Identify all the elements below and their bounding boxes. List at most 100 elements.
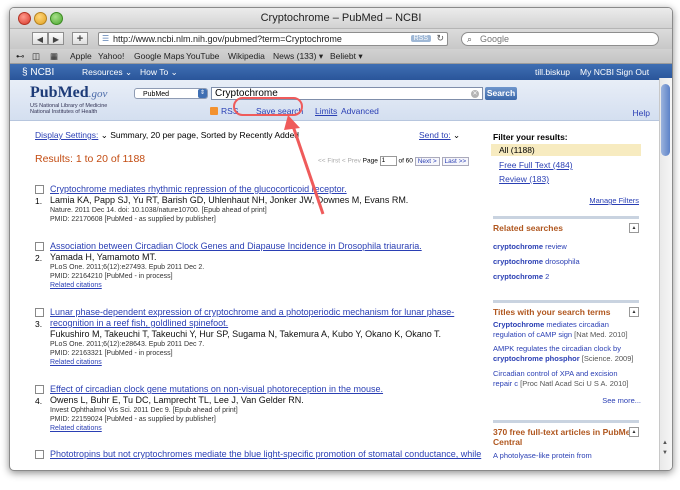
scroll-up-icon[interactable]: ▲ [662, 440, 668, 446]
bookmark-beliebt[interactable]: Beliebt ▾ [330, 51, 363, 62]
related-search-item[interactable]: cryptochrome drosophila [493, 257, 643, 267]
filter-review[interactable]: Review (183) [499, 174, 549, 184]
title-item[interactable]: Cryptochrome mediates circadian [493, 320, 643, 330]
save-search-highlight [233, 97, 303, 116]
database-select[interactable]: PubMed ⇕ [134, 88, 208, 99]
result-title-link[interactable]: Phototropins but not cryptochromes media… [50, 449, 490, 460]
related-rest: review [543, 242, 567, 251]
result-pmid: PMID: 22159024 [PubMed - as supplied by … [50, 416, 216, 423]
top-sites-grid-icon[interactable]: ▦ [50, 51, 58, 62]
scrollbar-thumb[interactable] [661, 84, 670, 156]
titles-heading: Titles with your search terms ▲ [493, 300, 639, 317]
result-checkbox[interactable] [35, 385, 44, 394]
pubmed-logo[interactable]: PubMed.gov [30, 84, 107, 102]
my-ncbi-link[interactable]: My NCBI [580, 67, 614, 77]
help-link[interactable]: Help [633, 108, 650, 118]
bookmark-apple[interactable]: Apple [70, 51, 92, 61]
result-authors: Owens L, Buhr E, Tu DC, Lamprecht TL, Le… [50, 395, 304, 405]
display-settings-link[interactable]: Display Settings: [35, 130, 98, 140]
rss-badge[interactable]: RSS [410, 35, 431, 42]
send-to-link[interactable]: Send to: [419, 130, 451, 140]
result-number: 2. [35, 253, 43, 263]
result-source: PLoS One. 2011;6(12):e27493. Epub 2011 D… [50, 264, 205, 271]
page-input[interactable]: 1 [379, 156, 397, 166]
title-item[interactable]: AMPK regulates the circadian clock by [493, 344, 643, 354]
related-rest: 2 [543, 272, 550, 281]
scroll-down-icon[interactable]: ▼ [662, 450, 668, 456]
related-search-item[interactable]: cryptochrome 2 [493, 272, 643, 282]
result-number: 1. [35, 196, 43, 206]
result-checkbox[interactable] [35, 308, 44, 317]
bookmark-youtube[interactable]: YouTube [186, 51, 219, 61]
related-search-item[interactable]: cryptochrome review [493, 242, 643, 252]
title-line1: AMPK regulates the circadian clock by [493, 344, 621, 353]
result-title-link[interactable]: Association between Circadian Clock Gene… [50, 241, 490, 252]
chevron-down-icon: ⌄ [453, 130, 461, 140]
result-title-link[interactable]: Lunar phase-dependent expression of cryp… [50, 307, 490, 329]
user-name-link[interactable]: till.biskup [535, 67, 570, 77]
chevron-down-icon[interactable]: ⌄ [101, 130, 108, 140]
result-title-link[interactable]: Effect of circadian clock gene mutations… [50, 384, 490, 395]
related-citations-link[interactable]: Related citations [50, 281, 490, 290]
forward-button[interactable]: ▶ [48, 32, 64, 45]
related-citations-link[interactable]: Related citations [50, 358, 490, 367]
bookmark-wikipedia[interactable]: Wikipedia [228, 51, 265, 61]
bookmarks-book-icon[interactable]: ◫ [32, 51, 40, 62]
limits-link[interactable]: Limits [315, 106, 337, 116]
related-citations-link[interactable]: Related citations [50, 424, 490, 433]
title-item-line2[interactable]: regulation of cAMP sign [Nat Med. 2010] [493, 330, 643, 340]
pager: << First < Prev Page 1 of 60 Next > Last… [318, 156, 470, 166]
search-button[interactable]: Search [485, 87, 517, 100]
search-placeholder: Google [480, 34, 510, 44]
free-article-item[interactable]: A photolyase-like protein from [493, 451, 643, 461]
address-bar[interactable]: ☰ http://www.ncbi.nlm.nih.gov/pubmed?ter… [98, 32, 448, 46]
result-item: Phototropins but not cryptochromes media… [35, 449, 490, 463]
resources-menu[interactable]: Resources ⌄ [82, 67, 132, 78]
manage-filters-link[interactable]: Manage Filters [589, 196, 639, 205]
page-label: Page [362, 157, 378, 165]
result-checkbox[interactable] [35, 185, 44, 194]
send-to[interactable]: Send to: ⌄ [419, 130, 460, 141]
vertical-scrollbar[interactable]: ▲ ▼ [659, 78, 672, 470]
collapse-icon[interactable]: ▲ [629, 223, 639, 233]
result-source: PLoS One. 2011;6(12):e28643. Epub 2011 D… [50, 341, 205, 348]
main-content: Display Settings: ⌄ Summary, 20 per page… [10, 120, 650, 470]
bookmark-yahoo[interactable]: Yahoo! [98, 51, 124, 61]
reload-icon[interactable]: ↻ [436, 33, 444, 44]
title-item-line2[interactable]: repair c [Proc Natl Acad Sci U S A. 2010… [493, 379, 643, 389]
add-bookmark-button[interactable]: + [72, 32, 88, 45]
free-articles-title: 370 free full-text articles in PubMed Ce… [493, 427, 636, 447]
collapse-icon[interactable]: ▲ [629, 427, 639, 437]
back-button[interactable]: ◀ [32, 32, 48, 45]
sign-out-link[interactable]: Sign Out [616, 67, 649, 77]
rss-icon[interactable] [210, 107, 218, 115]
result-item: 3. Lunar phase-dependent expression of c… [35, 307, 490, 375]
see-more-link[interactable]: See more... [602, 396, 641, 405]
result-pmid: PMID: 22163321 [PubMed - in process] [50, 350, 173, 357]
free-articles-heading: 370 free full-text articles in PubMed Ce… [493, 420, 639, 447]
ncbi-logo[interactable]: § NCBI [22, 67, 54, 78]
related-bold: cryptochrome [493, 242, 544, 251]
bookmark-google-maps[interactable]: Google Maps [134, 51, 185, 61]
title-item[interactable]: Circadian control of XPA and excision [493, 369, 643, 379]
howto-menu[interactable]: How To ⌄ [140, 67, 178, 78]
filter-all[interactable]: All (1188) [491, 144, 641, 156]
result-source: Nature. 2011 Dec 14. doi: 10.1038/nature… [50, 207, 267, 214]
advanced-link[interactable]: Advanced [341, 106, 379, 116]
title-journal: [Science. 2009] [581, 354, 634, 363]
last-page-button[interactable]: Last >> [441, 156, 470, 166]
collapse-icon[interactable]: ▲ [629, 307, 639, 317]
title-item-line2[interactable]: cryptochrome phosphor [Science. 2009] [493, 354, 643, 364]
next-page-button[interactable]: Next > [414, 156, 440, 166]
result-checkbox[interactable] [35, 242, 44, 251]
title-line1: mediates circadian [544, 320, 609, 329]
result-title-link[interactable]: Cryptochrome mediates rhythmic repressio… [50, 184, 490, 195]
reading-list-icon[interactable]: ⊷ [16, 51, 25, 62]
first-page-link[interactable]: << First [318, 158, 340, 165]
result-checkbox[interactable] [35, 450, 44, 459]
filter-free-full-text[interactable]: Free Full Text (484) [499, 160, 573, 170]
clear-icon[interactable]: ✕ [471, 90, 479, 98]
bookmark-news[interactable]: News (133) ▾ [273, 51, 323, 62]
google-search-input[interactable]: ⌕ Google [461, 32, 659, 46]
prev-page-link[interactable]: < Prev [342, 158, 361, 165]
